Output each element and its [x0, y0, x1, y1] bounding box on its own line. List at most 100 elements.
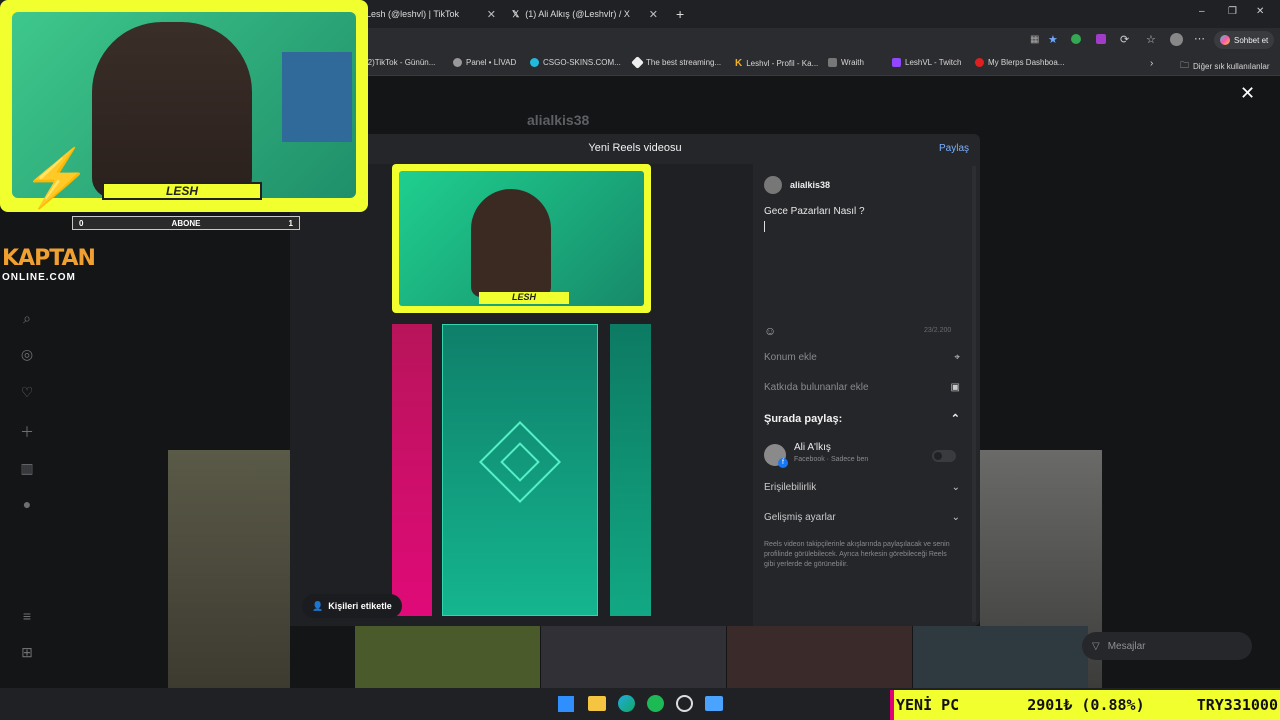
share-to-section[interactable]: Şurada paylaş: ⌃ — [764, 412, 960, 426]
bookmark-wraith[interactable]: Wraith — [828, 58, 864, 67]
ticker-code: TRY331000 — [1196, 696, 1278, 714]
create-icon[interactable]: ＋ — [18, 422, 36, 440]
apps-icon[interactable]: ⊞ — [18, 644, 36, 662]
star-icon[interactable]: ★ — [1048, 33, 1058, 46]
close-icon[interactable]: ✕ — [487, 8, 496, 21]
tag-people-button[interactable]: 👤 Kişileri etiketle — [302, 594, 402, 618]
account-meta: Facebook · Sadece ben — [794, 456, 869, 463]
chevron-right-icon[interactable]: › — [1150, 58, 1153, 69]
bookmark-icon — [975, 58, 984, 67]
goal-end: 1 — [288, 218, 293, 228]
bookmark-csgo[interactable]: CSGO-SKINS.COM... — [530, 58, 621, 67]
username: alialkis38 — [790, 180, 831, 190]
modal-title: Yeni Reels videosu — [588, 142, 682, 154]
close-modal-icon[interactable]: ✕ — [1240, 84, 1258, 102]
emoji-icon[interactable]: ☺ — [764, 324, 776, 338]
edge-icon[interactable] — [618, 695, 635, 712]
share-button[interactable]: Paylaş — [939, 143, 969, 154]
video-frame — [442, 324, 598, 616]
bookmark-blerps[interactable]: My Blerps Dashboa... — [975, 58, 1064, 67]
facebook-icon: f — [778, 458, 788, 468]
minimize-button[interactable]: – — [1199, 6, 1205, 17]
bookmark-livad[interactable]: Panel • LİVAD — [453, 58, 516, 67]
grid-thumbnail[interactable] — [727, 626, 912, 688]
panel-scrollbar[interactable] — [972, 166, 976, 622]
share-toggle[interactable] — [932, 450, 956, 462]
windows-start-icon[interactable] — [558, 696, 574, 712]
avatar[interactable] — [1170, 33, 1183, 46]
add-location-label: Konum ekle — [764, 352, 817, 363]
twitch-icon — [892, 58, 901, 67]
info-text: Reels videon takipçilerinle akışlarında … — [764, 541, 950, 568]
profile-icon[interactable]: ● — [18, 496, 36, 514]
chat-button-label: Sohbet et — [1234, 35, 1269, 45]
advanced-settings-row[interactable]: Gelişmiş ayarlar ⌄ — [764, 512, 960, 523]
account-header: alialkis38 — [764, 176, 830, 194]
grid-thumbnail[interactable] — [355, 626, 540, 688]
shield-icon[interactable] — [1071, 34, 1081, 44]
bookmark-twitch[interactable]: LeshVL - Twitch — [892, 58, 961, 67]
send-icon: ▽ — [1092, 640, 1100, 652]
video-cam-feed: LESH — [399, 171, 644, 306]
dashboard-icon[interactable]: ▥ — [18, 460, 36, 478]
x-logo-icon: 𝕏 — [512, 8, 520, 19]
menu-icon[interactable]: ≡ — [18, 608, 36, 626]
menu-icon[interactable]: ⋯ — [1194, 32, 1205, 45]
close-icon[interactable]: ✕ — [649, 8, 658, 21]
grid-thumbnail[interactable] — [913, 626, 1088, 688]
char-count: 23/2.200 — [924, 327, 952, 334]
heart-icon[interactable]: ♡ — [18, 384, 36, 402]
caption-input[interactable]: Gece Pazarları Nasıl ? — [764, 206, 960, 336]
bookmark-label: CSGO-SKINS.COM... — [543, 58, 621, 67]
bookmark-tiktok[interactable]: (2)TikTok - Günün... — [365, 58, 435, 67]
file-explorer-icon[interactable] — [588, 696, 606, 711]
grid-thumbnail[interactable] — [168, 450, 290, 688]
video-left-strip — [392, 324, 432, 616]
new-tab-button[interactable]: + — [670, 3, 690, 25]
bookmark-icon — [530, 58, 539, 67]
photos-icon[interactable] — [705, 696, 723, 711]
add-location-row[interactable]: Konum ekle ⌖ — [764, 352, 960, 363]
webcam-overlay: LESH ⚡ — [0, 0, 368, 212]
tab-title: Lesh (@leshvl) | TikTok — [366, 9, 460, 19]
chat-button[interactable]: Sohbet et — [1214, 31, 1275, 49]
bookmark-label: Panel • LİVAD — [466, 58, 517, 67]
tab-x[interactable]: 𝕏 (1) Ali Alkış (@Leshvlr) / X ✕ — [506, 3, 664, 25]
facebook-share-row: f Ali A'lkış Facebook · Sadece ben — [764, 440, 960, 470]
account-name: Ali A'lkış — [794, 442, 831, 453]
bookmark-kick[interactable]: K Leshvl - Profil - Ka... — [735, 58, 818, 69]
text-cursor — [764, 221, 765, 232]
grid-icon[interactable]: ▦ — [1030, 34, 1039, 45]
explore-icon[interactable]: ◎ — [18, 346, 36, 364]
bookmark-streaming[interactable]: The best streaming... — [631, 56, 722, 69]
bookmark-label: (2)TikTok - Günün... — [365, 58, 436, 67]
person-icon: 👤 — [312, 600, 324, 611]
refresh-icon[interactable]: ⟳ — [1120, 33, 1129, 46]
other-bookmarks[interactable]: 🗀 Diğer sık kullanılanlar — [1180, 58, 1270, 74]
streamer-figure — [471, 189, 551, 297]
search-icon[interactable]: ⌕ — [18, 310, 36, 328]
details-panel: alialkis38 Gece Pazarları Nasıl ? ☺ 23/2… — [754, 164, 980, 624]
messages-button[interactable]: ▽ Mesajlar — [1082, 632, 1252, 660]
add-collaborators-label: Katkıda bulunanlar ekle — [764, 382, 869, 393]
accessibility-label: Erişilebilirlik — [764, 482, 817, 493]
bookmark-label: The best streaming... — [646, 58, 722, 67]
tab-tiktok[interactable]: Lesh (@leshvl) | TikTok ✕ — [360, 3, 502, 25]
lightning-icon: ⚡ — [22, 146, 92, 209]
messages-label: Mesajlar — [1107, 640, 1146, 652]
add-collaborators-row[interactable]: Katkıda bulunanlar ekle ▣ — [764, 382, 960, 393]
k-logo-icon: K — [735, 58, 743, 69]
spotify-icon[interactable] — [647, 695, 664, 712]
caption-text: Gece Pazarları Nasıl ? — [764, 206, 865, 217]
streamer-figure — [92, 22, 252, 198]
price-ticker: YENİ PC 2901₺ (0.88%) TRY331000 — [890, 690, 1280, 720]
extension-icon[interactable] — [1096, 34, 1106, 44]
maximize-button[interactable]: ❐ — [1228, 6, 1237, 17]
grid-thumbnail[interactable] — [541, 626, 726, 688]
app-icon[interactable] — [676, 695, 693, 712]
sponsor-logo-sub: ONLINE.COM — [2, 272, 76, 283]
favorites-icon[interactable]: ☆ — [1146, 33, 1156, 46]
accessibility-row[interactable]: Erişilebilirlik ⌄ — [764, 482, 960, 493]
window-close-button[interactable]: ✕ — [1256, 6, 1264, 17]
ticker-label: YENİ PC — [896, 696, 960, 714]
